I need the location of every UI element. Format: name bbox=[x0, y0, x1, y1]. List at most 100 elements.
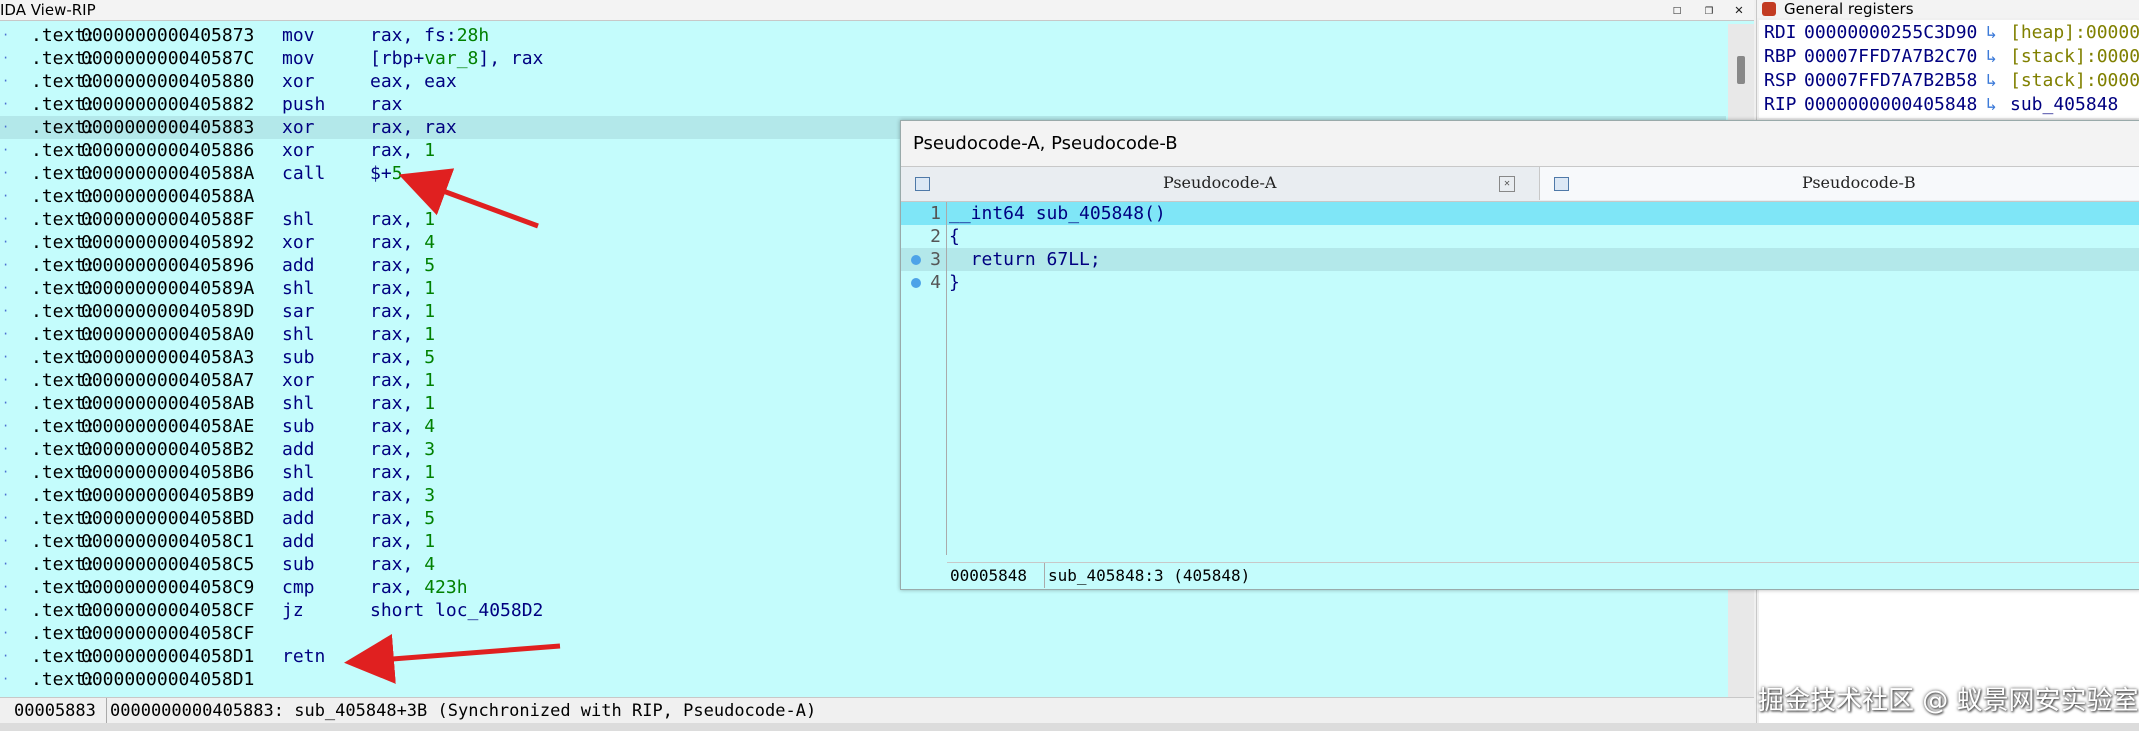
registers-list[interactable]: RDI 00000000255C3D90 ↳ [heap]:00000 RBP 00007… bbox=[1759, 20, 2139, 118]
operands: rax, 1 bbox=[370, 461, 435, 484]
line-marker: · bbox=[2, 419, 10, 433]
tab-close-icon[interactable]: ✕ bbox=[1499, 176, 1515, 192]
pseudocode-line[interactable]: 4} bbox=[901, 271, 2139, 294]
mnemonic: xor bbox=[282, 140, 315, 161]
disasm-line[interactable]: · .text: 00000000004058D1 bbox=[0, 668, 1726, 691]
operands: rax, 3 bbox=[370, 438, 435, 461]
register-target[interactable]: [stack]:0000 bbox=[2010, 44, 2139, 69]
registers-titlebar: General registers bbox=[1757, 0, 2139, 18]
watermark: 掘金技术社区 @ 蚁景网安实验室 bbox=[1758, 686, 2139, 716]
close-icon[interactable]: ✕ bbox=[1728, 0, 1750, 20]
status-offset: 00005883 bbox=[14, 701, 96, 721]
register-target[interactable]: [stack]:0000 bbox=[2010, 68, 2139, 93]
disasm-line[interactable]: · .text: 00000000004058CF bbox=[0, 622, 1726, 645]
mnemonic: mov bbox=[282, 48, 315, 69]
address: 00000000004058CF bbox=[81, 600, 255, 621]
address: 00000000004058B2 bbox=[81, 439, 255, 460]
code-text: return 67LL; bbox=[949, 249, 1101, 270]
operand-part: 3 bbox=[424, 439, 436, 460]
address: 0000000000405882 bbox=[81, 94, 255, 115]
operand-part: rax, fs: bbox=[370, 25, 457, 46]
operand-part: rax, bbox=[370, 508, 425, 529]
pseudocode-titlebar[interactable]: Pseudocode-A, Pseudocode-B bbox=[901, 121, 2139, 167]
address: 00000000004058D1 bbox=[81, 669, 255, 690]
register-target[interactable]: [heap]:00000 bbox=[2010, 20, 2139, 45]
operand-part: 5 bbox=[424, 255, 436, 276]
pseudocode-line[interactable]: 2{ bbox=[901, 225, 2139, 248]
register-value[interactable]: 00000000255C3D90 bbox=[1804, 20, 1977, 45]
register-row[interactable]: RDI 00000000255C3D90 ↳ [heap]:00000 bbox=[1764, 20, 2139, 45]
pseudocode-listing[interactable]: 1 __int64 sub_405848() 2{3 return 67LL; 4} bbox=[901, 202, 2139, 555]
address: 00000000004058AE bbox=[81, 416, 255, 437]
disasm-line[interactable]: · .text: 0000000000405880 xor eax, eax bbox=[0, 70, 1726, 93]
register-row[interactable]: RIP 0000000000405848 ↳ sub_405848 bbox=[1764, 92, 2118, 117]
mnemonic: xor bbox=[282, 232, 315, 253]
scrollbar-thumb[interactable] bbox=[1737, 56, 1745, 84]
mnemonic: add bbox=[282, 531, 315, 552]
pseudocode-line[interactable]: 3 return 67LL; bbox=[901, 248, 2139, 271]
code-text: { bbox=[949, 226, 960, 247]
address: 000000000040589D bbox=[81, 301, 255, 322]
operands: rax, 1 bbox=[370, 530, 435, 553]
operand-part: rax, bbox=[370, 347, 425, 368]
register-target[interactable]: sub_405848 bbox=[2010, 92, 2118, 117]
pseudocode-icon bbox=[915, 177, 930, 191]
operands: rax, 5 bbox=[370, 346, 435, 369]
pseudocode-line[interactable]: 1 __int64 sub_405848() bbox=[901, 202, 2139, 225]
mnemonic: xor bbox=[282, 117, 315, 138]
operands: rax, 5 bbox=[370, 254, 435, 277]
line-marker: · bbox=[2, 51, 10, 65]
disasm-line[interactable]: · .text: 00000000004058D1 retn bbox=[0, 645, 1726, 668]
pseudocode-statusbar: 00005848 sub_405848:3 (405848) bbox=[947, 562, 2139, 588]
pseudocode-window[interactable]: Pseudocode-A, Pseudocode-B Pseudocode-A … bbox=[900, 120, 2139, 590]
operand-part: 3 bbox=[424, 485, 436, 506]
tab-pseudocode-b[interactable]: Pseudocode-B bbox=[1540, 167, 2139, 200]
disasm-line[interactable]: · .text: 00000000004058CF jz short loc_4058D… bbox=[0, 599, 1726, 622]
operand-part: rax, bbox=[370, 393, 425, 414]
line-marker: · bbox=[2, 442, 10, 456]
address: 00000000004058AB bbox=[81, 393, 255, 414]
operand-part: 1 bbox=[424, 209, 436, 230]
address: 00000000004058D1 bbox=[81, 646, 255, 667]
pointer-arrow-icon: ↳ bbox=[1986, 46, 1997, 67]
register-row[interactable]: RSP 00007FFD7A7B2B58 ↳ [stack]:0000 bbox=[1764, 68, 2139, 93]
ida-view-title: IDA View-RIP bbox=[0, 1, 96, 19]
register-value[interactable]: 00007FFD7A7B2C70 bbox=[1804, 44, 1977, 69]
maximize-icon[interactable]: ☐ bbox=[1666, 0, 1688, 20]
operands: rax, 5 bbox=[370, 507, 435, 530]
line-marker: · bbox=[2, 189, 10, 203]
operands: rax, 4 bbox=[370, 553, 435, 576]
operands: rax, 4 bbox=[370, 231, 435, 254]
restore-icon[interactable]: ❐ bbox=[1698, 0, 1720, 20]
mnemonic: sub bbox=[282, 554, 315, 575]
register-name: RBP bbox=[1764, 46, 1797, 67]
disasm-line[interactable]: · .text: 0000000000405873 mov rax, fs:28h bbox=[0, 24, 1726, 47]
line-marker: · bbox=[2, 74, 10, 88]
operand-part: 5 bbox=[391, 163, 403, 184]
registers-title: General registers bbox=[1784, 0, 1914, 18]
register-value[interactable]: 0000000000405848 bbox=[1804, 92, 1977, 117]
line-marker: · bbox=[2, 143, 10, 157]
operands: rax, 1 bbox=[370, 369, 435, 392]
tab-pseudocode-a[interactable]: Pseudocode-A ✕ bbox=[901, 167, 1540, 200]
status-offset: 00005848 bbox=[950, 566, 1028, 585]
disasm-line[interactable]: · .text: 000000000040587C mov [rbp+var_8], r… bbox=[0, 47, 1726, 70]
operand-part: 1 bbox=[424, 370, 436, 391]
operand-part: 1 bbox=[424, 462, 436, 483]
register-value[interactable]: 00007FFD7A7B2B58 bbox=[1804, 68, 1977, 93]
tab-label: Pseudocode-A bbox=[1163, 173, 1277, 192]
operand-part: rax, bbox=[370, 485, 425, 506]
operand-part: rax bbox=[370, 94, 403, 115]
pseudocode-window-title: Pseudocode-A, Pseudocode-B bbox=[913, 133, 1178, 154]
mnemonic: xor bbox=[282, 370, 315, 391]
operands: rax, 1 bbox=[370, 277, 435, 300]
mnemonic: shl bbox=[282, 324, 315, 345]
operand-part: 1 bbox=[424, 140, 436, 161]
line-number-gutter-divider bbox=[946, 202, 947, 555]
register-row[interactable]: RBP 00007FFD7A7B2C70 ↳ [stack]:0000 bbox=[1764, 44, 2139, 69]
mnemonic: cmp bbox=[282, 577, 315, 598]
operand-part: 1 bbox=[424, 531, 436, 552]
address: 0000000000405873 bbox=[81, 25, 255, 46]
disasm-line[interactable]: · .text: 0000000000405882 push rax bbox=[0, 93, 1726, 116]
address: 000000000040587C bbox=[81, 48, 255, 69]
